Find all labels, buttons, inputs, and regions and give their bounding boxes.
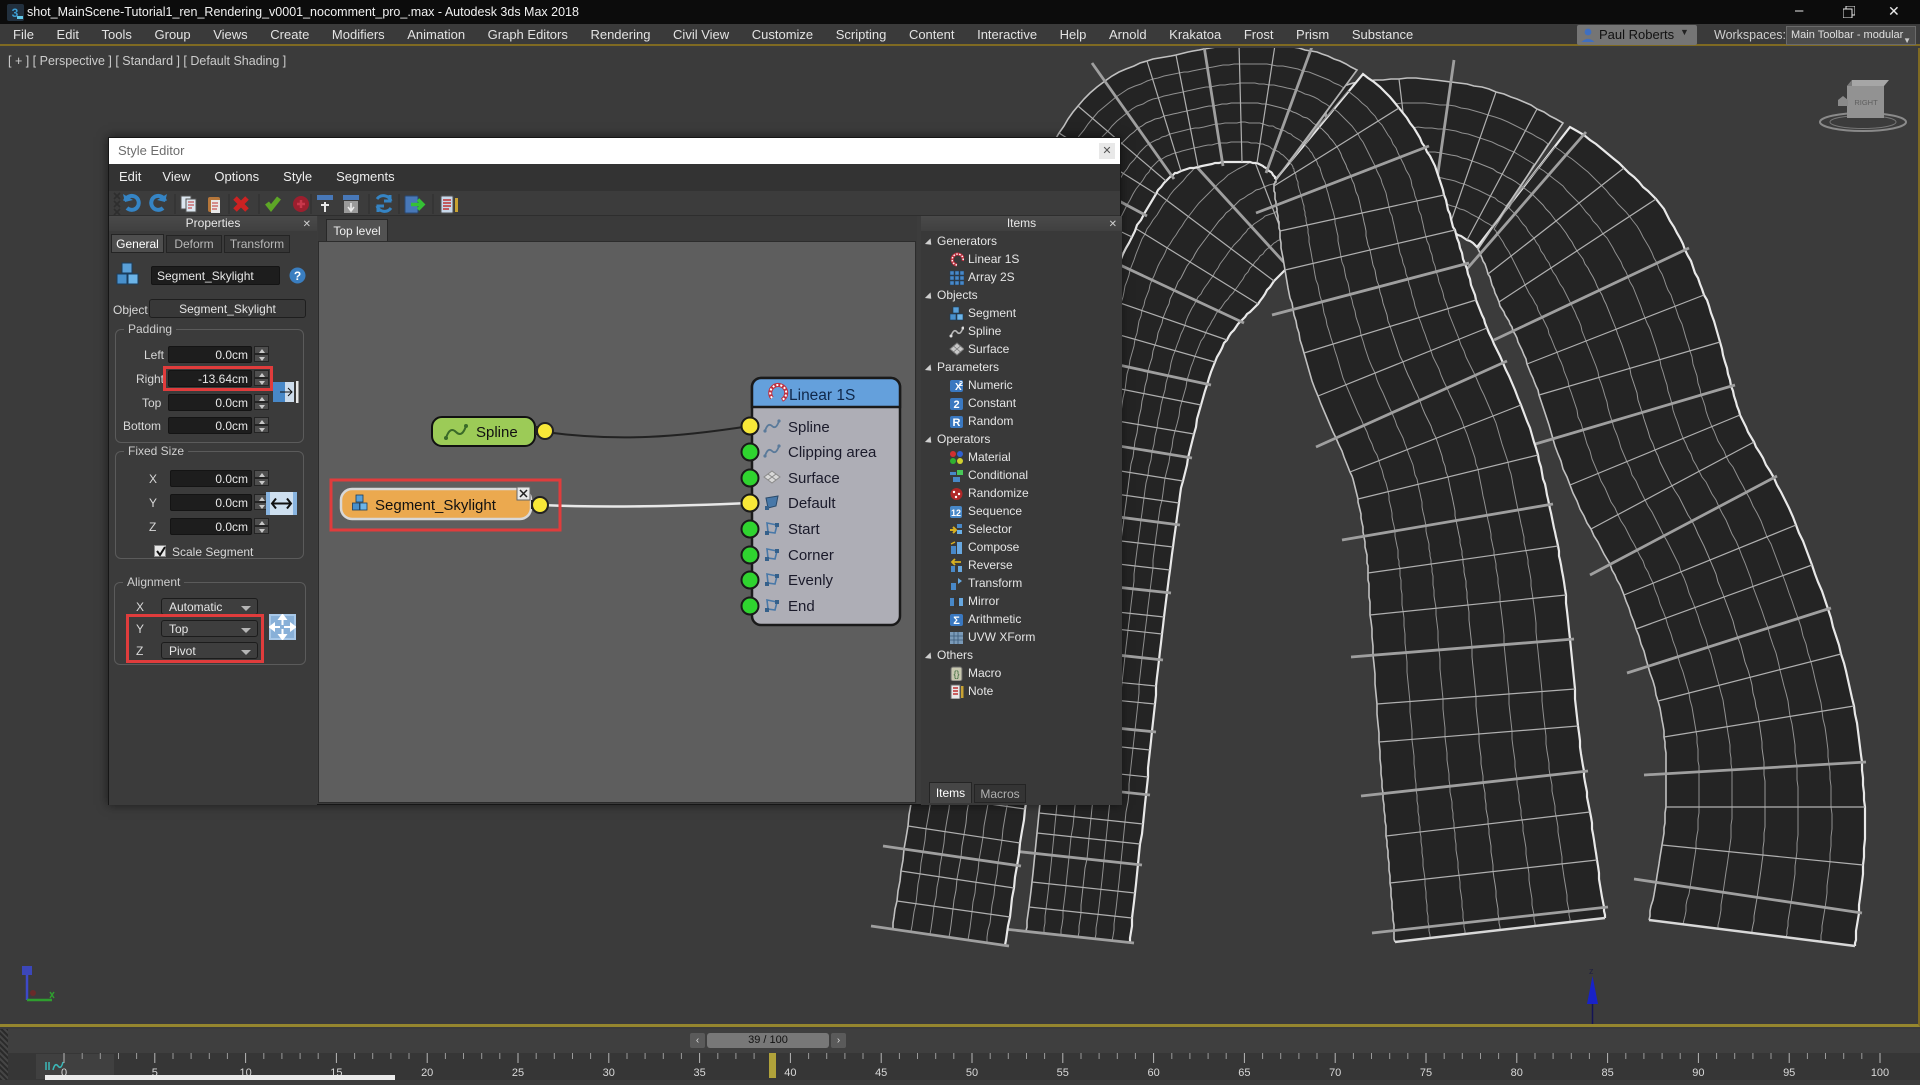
svg-text:Corner: Corner — [788, 547, 834, 564]
svg-text:Spline: Spline — [788, 419, 830, 436]
svg-text:?: ? — [294, 269, 301, 283]
svg-text:Default: Default — [788, 495, 836, 512]
svg-text:Linear 1S: Linear 1S — [789, 387, 855, 404]
svg-text:R: R — [953, 417, 961, 429]
svg-text:25: 25 — [512, 1067, 524, 1079]
svg-text:95: 95 — [1783, 1067, 1795, 1079]
svg-text:90: 90 — [1692, 1067, 1704, 1079]
svg-text:12: 12 — [951, 508, 961, 518]
svg-text:80: 80 — [1511, 1067, 1523, 1079]
svg-text:2: 2 — [953, 399, 959, 411]
svg-text:20: 20 — [421, 1067, 433, 1079]
svg-text:z: z — [1589, 966, 1594, 976]
svg-text:RIGHT: RIGHT — [1854, 98, 1878, 107]
svg-text:45: 45 — [875, 1067, 887, 1079]
svg-text:65: 65 — [1238, 1067, 1250, 1079]
svg-text:70: 70 — [1329, 1067, 1341, 1079]
svg-text:Spline: Spline — [476, 424, 518, 441]
svg-text:60: 60 — [1147, 1067, 1159, 1079]
svg-text:Segment_Skylight: Segment_Skylight — [375, 497, 497, 514]
svg-text:Evenly: Evenly — [788, 572, 834, 589]
svg-text:Surface: Surface — [788, 470, 840, 487]
svg-text:30: 30 — [603, 1067, 615, 1079]
svg-text:Clipping area: Clipping area — [788, 444, 877, 461]
svg-text:Σ: Σ — [953, 615, 960, 627]
svg-text:50: 50 — [966, 1067, 978, 1079]
svg-text:55: 55 — [1057, 1067, 1069, 1079]
svg-text:75: 75 — [1420, 1067, 1432, 1079]
svg-text:End: End — [788, 598, 815, 615]
svg-text:35: 35 — [693, 1067, 705, 1079]
svg-text:Start: Start — [788, 521, 821, 538]
svg-text:40: 40 — [784, 1067, 796, 1079]
svg-text:85: 85 — [1601, 1067, 1613, 1079]
svg-text:2: 2 — [959, 381, 963, 388]
svg-text:{}: {} — [953, 669, 959, 679]
svg-text:100: 100 — [1871, 1067, 1889, 1079]
